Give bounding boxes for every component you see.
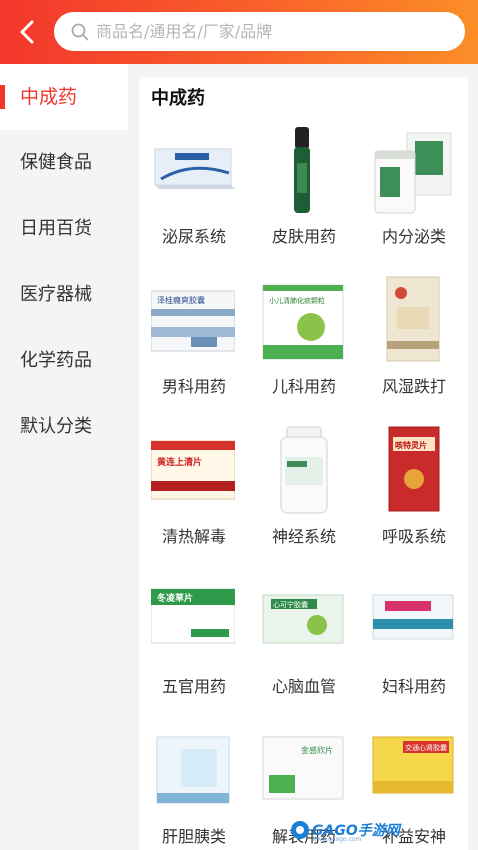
product-box-text: 冬凌草片: [157, 592, 193, 604]
sidebar-item-default[interactable]: 默认分类: [0, 394, 128, 460]
product-box-text: 咳特灵片: [395, 440, 427, 450]
sidebar-item-tcm[interactable]: 中成药: [0, 64, 128, 130]
sidebar-item-label: 保健食品: [20, 152, 92, 173]
category-label: 清热解毒: [161, 527, 226, 546]
product-image: 咳特灵片: [388, 426, 440, 512]
category-label: 呼吸系统: [381, 527, 446, 546]
product-box-text: 心可宁胶囊: [273, 600, 308, 609]
product-image: [154, 148, 235, 189]
sidebar-item-label: 中成药: [20, 86, 78, 108]
product-image: 泽桂癃爽胶囊: [151, 290, 235, 352]
category-item[interactable]: 内分泌类: [359, 123, 469, 273]
category-item[interactable]: 泽桂癃爽胶囊 男科用药: [139, 273, 249, 423]
watermark-subtext: www.gaogo.com: [312, 836, 362, 843]
category-label: 内分泌类: [381, 227, 446, 246]
category-item[interactable]: 神经系统: [249, 423, 359, 573]
category-item[interactable]: 妇科用药: [359, 573, 469, 723]
search-placeholder: 商品名/通用名/厂家/品牌: [96, 22, 273, 41]
active-indicator: [0, 85, 5, 109]
category-item[interactable]: 冬凌草片 五官用药: [139, 573, 249, 723]
category-label: 男科用药: [161, 377, 226, 396]
sidebar-item-chemical-drugs[interactable]: 化学药品: [0, 328, 128, 394]
product-box-text: 交通心肾胶囊: [405, 743, 447, 752]
back-arrow-icon[interactable]: [14, 16, 42, 48]
category-item[interactable]: 心可宁胶囊 心脑血管: [249, 573, 359, 723]
category-label: 五官用药: [161, 677, 226, 696]
top-bar: 商品名/通用名/厂家/品牌: [0, 0, 478, 64]
category-item[interactable]: 泌尿系统: [139, 123, 249, 273]
watermark-logo-icon: [291, 821, 309, 839]
category-item[interactable]: 肝胆胰类: [139, 723, 249, 850]
category-sidebar: 中成药 保健食品 日用百货 医疗器械 化学药品 默认分类: [0, 64, 128, 850]
sidebar-item-label: 医疗器械: [20, 284, 92, 305]
product-box-text: 黄连上清片: [157, 456, 202, 468]
category-item[interactable]: 小儿清肺化痰颗粒 儿科用药: [249, 273, 359, 423]
sidebar-item-health-food[interactable]: 保健食品: [0, 130, 128, 196]
category-label: 泌尿系统: [161, 227, 226, 246]
category-item[interactable]: 皮肤用药: [249, 123, 359, 273]
product-image: [374, 132, 452, 214]
product-image: [280, 426, 328, 514]
category-panel: 中成药 泌尿系统 皮肤用药 内分泌类 泽桂癃爽胶囊 男科用药 小儿清肺化痰颗粒 …: [139, 77, 468, 850]
sidebar-item-medical-devices[interactable]: 医疗器械: [0, 262, 128, 328]
search-icon: [71, 23, 89, 41]
product-image: 黄连上清片: [151, 440, 235, 500]
product-image: 交通心肾胶囊: [372, 736, 454, 794]
sidebar-item-daily-goods[interactable]: 日用百货: [0, 196, 128, 262]
category-item[interactable]: 风湿跌打: [359, 273, 469, 423]
product-box-text: 泽桂癃爽胶囊: [157, 295, 205, 305]
product-image: [156, 736, 230, 804]
category-item[interactable]: 黄连上清片 清热解毒: [139, 423, 249, 573]
search-input[interactable]: 商品名/通用名/厂家/品牌: [54, 12, 465, 51]
product-image: [386, 276, 440, 362]
panel-title: 中成药: [151, 88, 205, 109]
product-image: 冬凌草片: [151, 588, 235, 644]
product-image: 小儿清肺化痰颗粒: [262, 284, 344, 360]
category-label: 妇科用药: [381, 677, 446, 696]
sidebar-item-label: 默认分类: [20, 416, 92, 437]
watermark: GAGO手游网 www.gaogo.com: [290, 818, 420, 844]
category-label: 皮肤用药: [271, 227, 336, 246]
category-label: 儿科用药: [271, 377, 336, 396]
product-box-text: 小儿清肺化痰颗粒: [269, 296, 325, 305]
sidebar-item-label: 日用百货: [20, 218, 92, 239]
category-label: 风湿跌打: [381, 377, 446, 396]
category-item[interactable]: 咳特灵片 呼吸系统: [359, 423, 469, 573]
product-image: [372, 594, 454, 640]
category-label: 神经系统: [271, 527, 336, 546]
category-label: 心脑血管: [271, 677, 336, 696]
product-image: [294, 127, 310, 213]
category-label: 肝胆胰类: [161, 827, 226, 846]
product-image: 金感欣片: [262, 736, 344, 800]
product-image: 心可宁胶囊: [262, 594, 344, 644]
product-box-text: 金感欣片: [301, 745, 333, 755]
sidebar-item-label: 化学药品: [20, 350, 92, 371]
